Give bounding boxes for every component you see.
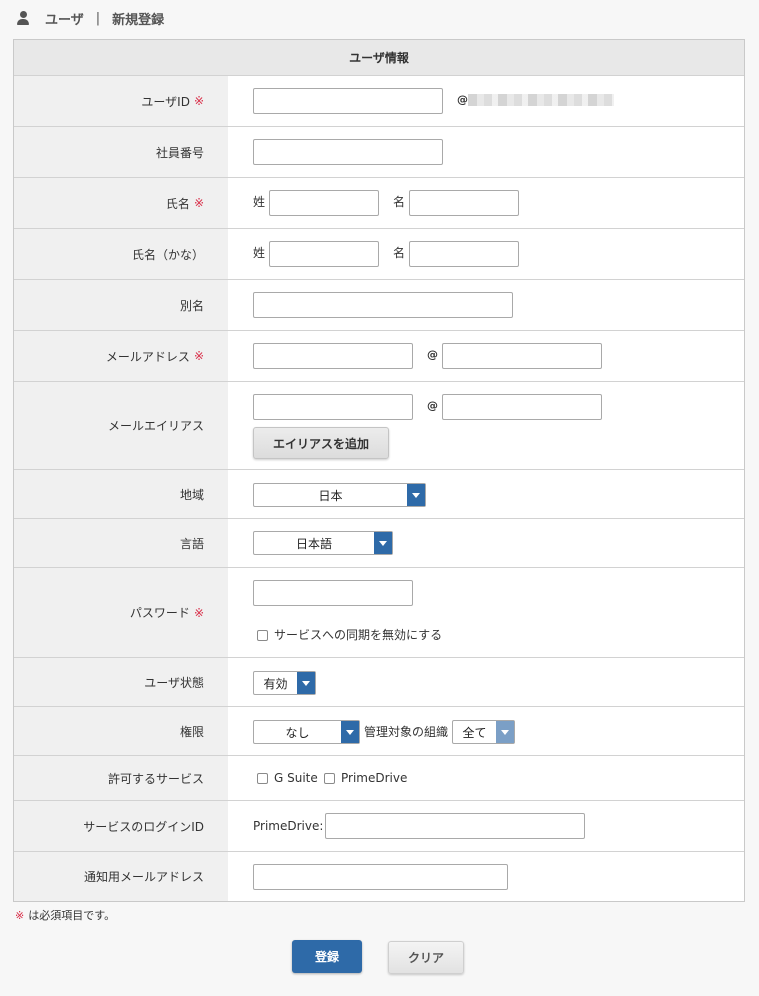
region-select[interactable]: 日本 (253, 483, 426, 507)
name-label: 氏名 ※ (14, 178, 228, 228)
last-name-kana-label: 姓 (253, 246, 266, 260)
status-label: ユーザ状態 (14, 658, 228, 706)
email-domain-input[interactable] (442, 343, 602, 369)
permission-selected: なし (285, 725, 310, 740)
org-select[interactable]: 全て (452, 720, 515, 744)
disable-sync-checkbox[interactable] (257, 630, 268, 641)
last-name-input[interactable] (269, 190, 379, 216)
first-name-input[interactable] (409, 190, 519, 216)
row-name: 氏名 ※ 姓 名 (14, 178, 744, 229)
row-email-alias: メールエイリアス @ エイリアスを追加 (14, 382, 744, 470)
alias-name-input[interactable] (253, 292, 513, 318)
status-selected: 有効 (263, 676, 288, 691)
region-label: 地域 (14, 470, 228, 518)
chevron-down-icon[interactable] (407, 484, 425, 506)
first-name-label: 名 (393, 195, 406, 209)
breadcrumb-separator: | (95, 10, 101, 26)
user-form: ユーザ情報 ユーザID※ @ 社員番号 氏名※ 姓 名 氏名（かな） 姓 名 (13, 39, 745, 902)
primedrive-label[interactable]: PrimeDrive (341, 770, 407, 786)
user-id-label: ユーザID ※ (14, 76, 228, 126)
form-title: ユーザ情報 (14, 40, 744, 76)
employee-no-input[interactable] (253, 139, 443, 165)
row-alias-name: 別名 (14, 280, 744, 331)
alias-name-label: 別名 (14, 280, 228, 330)
user-id-input[interactable] (253, 88, 443, 114)
row-notify-email: 通知用メールアドレス (14, 852, 744, 901)
clear-button[interactable]: クリア (388, 941, 464, 974)
row-employee-no: 社員番号 (14, 127, 744, 178)
user-icon (16, 11, 30, 25)
password-label: パスワード ※ (14, 568, 228, 657)
required-mark: ※ (193, 196, 204, 210)
notify-email-input[interactable] (253, 864, 508, 890)
gsuite-checkbox[interactable] (257, 773, 268, 784)
alias-domain-input[interactable] (442, 394, 602, 420)
required-mark: ※ (15, 909, 25, 922)
row-status: ユーザ状態 有効 (14, 658, 744, 707)
row-name-kana: 氏名（かな） 姓 名 (14, 229, 744, 280)
chevron-down-icon[interactable] (297, 672, 315, 694)
required-note-text: は必須項目です。 (28, 909, 116, 922)
permission-select[interactable]: なし (253, 720, 360, 744)
row-email: メールアドレス ※ @ (14, 331, 744, 382)
email-alias-label: メールエイリアス (14, 382, 228, 469)
org-selected: 全て (462, 725, 487, 740)
service-login-input[interactable] (325, 813, 585, 839)
first-name-kana-input[interactable] (409, 241, 519, 267)
row-service-login: サービスのログインID PrimeDrive: (14, 801, 744, 852)
chevron-down-icon[interactable] (341, 721, 359, 743)
services-label: 許可するサービス (14, 756, 228, 800)
language-selected: 日本語 (295, 536, 332, 551)
language-label: 言語 (14, 519, 228, 567)
required-mark: ※ (193, 349, 204, 363)
first-name-kana-label: 名 (393, 246, 406, 260)
email-local-input[interactable] (253, 343, 413, 369)
row-user-id: ユーザID ※ @ (14, 76, 744, 127)
last-name-kana-input[interactable] (269, 241, 379, 267)
language-select[interactable]: 日本語 (253, 531, 393, 555)
email-label: メールアドレス ※ (14, 331, 228, 381)
required-mark: ※ (193, 94, 204, 108)
name-kana-label: 氏名（かな） (14, 229, 228, 279)
last-name-label: 姓 (253, 195, 266, 209)
gsuite-label[interactable]: G Suite (274, 770, 318, 786)
required-note: ※ は必須項目です。 (15, 907, 115, 923)
chevron-down-icon[interactable] (496, 721, 514, 743)
at-sign: @ (427, 348, 438, 361)
submit-button[interactable]: 登録 (292, 940, 362, 973)
employee-no-label: 社員番号 (14, 127, 228, 177)
row-services: 許可するサービス G Suite PrimeDrive (14, 756, 744, 801)
chevron-down-icon[interactable] (374, 532, 392, 554)
region-selected: 日本 (318, 488, 343, 503)
row-region: 地域 日本 (14, 470, 744, 519)
org-label: 管理対象の組織 (364, 725, 449, 739)
page-title: 新規登録 (112, 12, 165, 28)
at-sign: @ (427, 399, 438, 412)
alias-local-input[interactable] (253, 394, 413, 420)
permission-label: 権限 (14, 707, 228, 755)
primedrive-checkbox[interactable] (324, 773, 335, 784)
row-password: パスワード ※ サービスへの同期を無効にする (14, 568, 744, 658)
redacted-domain (468, 94, 614, 106)
disable-sync-label[interactable]: サービスへの同期を無効にする (274, 627, 442, 643)
notify-email-label: 通知用メールアドレス (14, 852, 228, 901)
status-select[interactable]: 有効 (253, 671, 316, 695)
row-language: 言語 日本語 (14, 519, 744, 568)
password-input[interactable] (253, 580, 413, 606)
service-login-label: サービスのログインID (14, 801, 228, 851)
required-mark: ※ (193, 605, 204, 620)
at-sign: @ (457, 93, 468, 106)
add-alias-button[interactable]: エイリアスを追加 (253, 427, 389, 459)
row-permission: 権限 なし 管理対象の組織 全て (14, 707, 744, 756)
breadcrumb: ユーザ | 新規登録 (16, 9, 165, 28)
primedrive-prefix: PrimeDrive: (253, 819, 324, 833)
breadcrumb-section[interactable]: ユーザ (45, 9, 84, 28)
